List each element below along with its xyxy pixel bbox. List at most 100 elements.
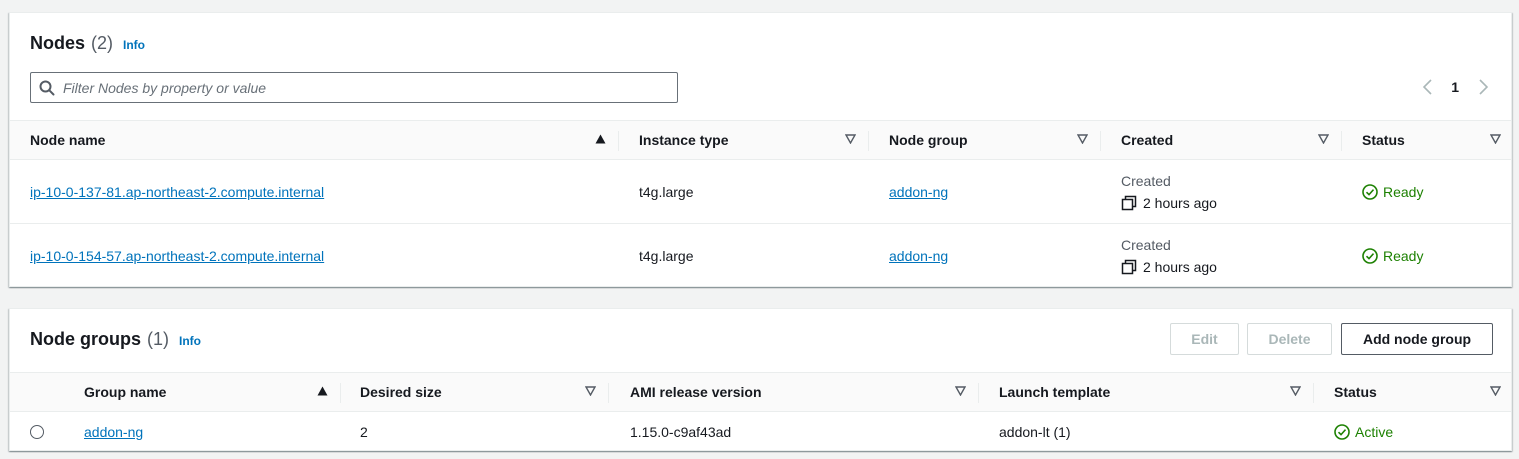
sort-descending-icon xyxy=(1290,386,1301,396)
nodes-page-number[interactable]: 1 xyxy=(1451,79,1459,95)
col-group-status[interactable]: Status xyxy=(1334,373,1513,411)
node-name-link[interactable]: ip-10-0-154-57.ap-northeast-2.compute.in… xyxy=(30,248,324,264)
created-time: 2 hours ago xyxy=(1121,259,1217,275)
col-instance-type[interactable]: Instance type xyxy=(639,121,868,159)
sort-ascending-icon xyxy=(317,386,328,396)
created-time-text: 2 hours ago xyxy=(1143,195,1217,211)
status-check-icon xyxy=(1362,184,1378,200)
nodes-count: (2) xyxy=(91,33,114,53)
created-time-text: 2 hours ago xyxy=(1143,259,1217,275)
status-cell: Ready xyxy=(1362,160,1423,224)
status-badge: Ready xyxy=(1362,248,1423,264)
node-name-cell: ip-10-0-137-81.ap-northeast-2.compute.in… xyxy=(30,160,324,224)
col-group-name-label: Group name xyxy=(84,384,167,400)
nodes-filter xyxy=(30,72,678,103)
edit-button[interactable]: Edit xyxy=(1170,323,1239,355)
sort-descending-icon xyxy=(845,134,856,144)
row-select-radio[interactable] xyxy=(30,425,44,439)
col-node-name-label: Node name xyxy=(30,132,106,148)
created-time: 2 hours ago xyxy=(1121,195,1217,211)
nodes-pagination: 1 xyxy=(1421,77,1489,97)
col-status[interactable]: Status xyxy=(1362,121,1513,159)
col-instance-type-label: Instance type xyxy=(639,132,729,148)
col-node-group-label: Node group xyxy=(889,132,968,148)
column-divider xyxy=(618,131,619,151)
nodes-header: Nodes (2) Info xyxy=(30,33,145,54)
node-group-link[interactable]: addon-ng xyxy=(889,184,948,200)
status-badge: Active xyxy=(1334,424,1393,440)
table-row: addon-ng 2 1.15.0-c9af43ad addon-lt (1) … xyxy=(10,412,1511,452)
col-desired-size[interactable]: Desired size xyxy=(360,373,608,411)
group-name-cell: addon-ng xyxy=(84,412,143,452)
col-created-label: Created xyxy=(1121,132,1174,148)
group-status-cell: Active xyxy=(1334,412,1393,452)
column-divider xyxy=(1313,383,1314,403)
chevron-right-icon[interactable] xyxy=(1477,77,1489,97)
col-launch-template-label: Launch template xyxy=(999,384,1111,400)
node-name-cell: ip-10-0-154-57.ap-northeast-2.compute.in… xyxy=(30,224,324,288)
ami-release-cell: 1.15.0-c9af43ad xyxy=(630,424,732,440)
column-divider xyxy=(340,383,341,403)
node-groups-panel: Node groups (1) Info Edit Delete Add nod… xyxy=(9,308,1512,451)
sort-descending-icon xyxy=(1318,134,1329,144)
node-groups-count: (1) xyxy=(147,329,169,349)
col-group-status-label: Status xyxy=(1334,384,1377,400)
table-row: ip-10-0-137-81.ap-northeast-2.compute.in… xyxy=(10,160,1511,224)
node-group-cell: addon-ng xyxy=(889,160,948,224)
column-divider xyxy=(978,383,979,403)
node-group-link[interactable]: addon-ng xyxy=(889,248,948,264)
copy-icon[interactable] xyxy=(1121,195,1137,211)
col-ami-release[interactable]: AMI release version xyxy=(630,373,978,411)
nodes-panel: Nodes (2) Info 1 Node name Instance type xyxy=(9,12,1512,287)
status-text: Active xyxy=(1355,424,1394,440)
chevron-left-icon[interactable] xyxy=(1421,77,1433,97)
sort-ascending-icon xyxy=(595,134,606,144)
col-node-group[interactable]: Node group xyxy=(889,121,1100,159)
status-badge: Ready xyxy=(1362,184,1423,200)
column-divider xyxy=(608,383,609,403)
instance-type-cell: t4g.large xyxy=(639,248,694,264)
status-check-icon xyxy=(1362,248,1378,264)
sort-descending-icon xyxy=(585,386,596,396)
nodes-info-link[interactable]: Info xyxy=(123,38,145,52)
add-node-group-button[interactable]: Add node group xyxy=(1341,323,1493,355)
status-check-icon xyxy=(1334,424,1350,440)
created-cell: Created 2 hours ago xyxy=(1121,224,1217,288)
sort-descending-icon xyxy=(1077,134,1088,144)
node-group-cell: addon-ng xyxy=(889,224,948,288)
created-label: Created xyxy=(1121,173,1171,189)
col-launch-template[interactable]: Launch template xyxy=(999,373,1313,411)
node-groups-header: Node groups (1) Info xyxy=(30,329,201,350)
delete-button[interactable]: Delete xyxy=(1247,323,1332,355)
instance-type-cell: t4g.large xyxy=(639,184,694,200)
created-label: Created xyxy=(1121,237,1171,253)
sort-descending-icon xyxy=(955,386,966,396)
desired-size-cell: 2 xyxy=(360,424,368,440)
nodes-table-header: Node name Instance type Node group Creat… xyxy=(10,120,1511,160)
status-text: Ready xyxy=(1383,184,1424,200)
column-divider xyxy=(868,131,869,151)
col-created[interactable]: Created xyxy=(1121,121,1341,159)
col-group-name[interactable]: Group name xyxy=(84,373,340,411)
search-icon xyxy=(39,80,55,95)
group-name-link[interactable]: addon-ng xyxy=(84,424,143,440)
created-cell: Created 2 hours ago xyxy=(1121,160,1217,224)
node-name-link[interactable]: ip-10-0-137-81.ap-northeast-2.compute.in… xyxy=(30,184,324,200)
col-ami-release-label: AMI release version xyxy=(630,384,762,400)
col-node-name[interactable]: Node name xyxy=(30,121,618,159)
col-status-label: Status xyxy=(1362,132,1405,148)
col-desired-size-label: Desired size xyxy=(360,384,442,400)
sort-descending-icon xyxy=(1490,386,1501,396)
table-row: ip-10-0-154-57.ap-northeast-2.compute.in… xyxy=(10,224,1511,288)
node-groups-info-link[interactable]: Info xyxy=(179,334,201,348)
sort-descending-icon xyxy=(1490,134,1501,144)
select-cell xyxy=(30,412,44,452)
status-text: Ready xyxy=(1383,248,1424,264)
copy-icon[interactable] xyxy=(1121,259,1137,275)
nodes-title: Nodes xyxy=(30,33,86,53)
status-cell: Ready xyxy=(1362,224,1423,288)
column-divider xyxy=(1341,131,1342,151)
node-groups-table-header: Group name Desired size AMI release vers… xyxy=(10,372,1511,412)
column-divider xyxy=(1100,131,1101,151)
nodes-filter-input[interactable] xyxy=(63,74,677,101)
